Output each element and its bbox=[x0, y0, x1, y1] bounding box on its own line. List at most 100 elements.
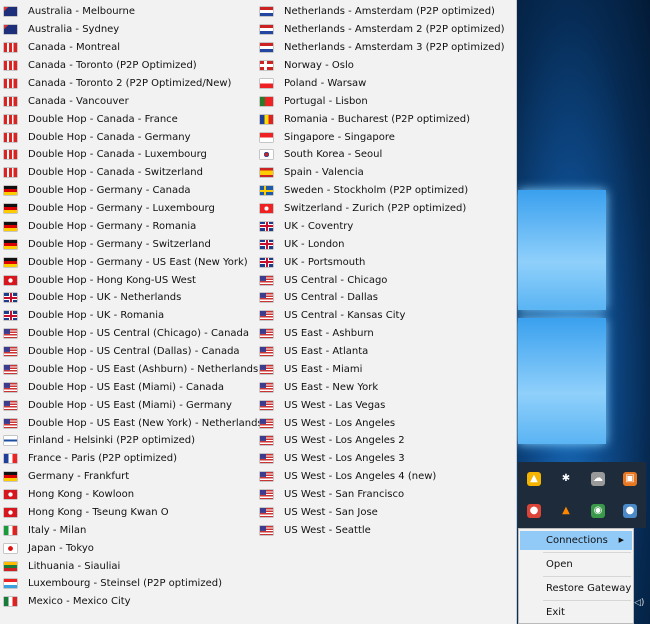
server-item[interactable]: Double Hop - Germany - US East (New York… bbox=[4, 253, 263, 271]
ca-flag-icon bbox=[4, 61, 17, 71]
server-item[interactable]: UK - Coventry bbox=[260, 218, 505, 236]
server-item[interactable]: Double Hop - Germany - Canada bbox=[4, 182, 263, 200]
us-flag-icon bbox=[260, 472, 273, 482]
server-item[interactable]: Singapore - Singapore bbox=[260, 128, 505, 146]
server-label: Double Hop - Canada - Luxembourg bbox=[28, 149, 207, 161]
server-item[interactable]: Italy - Milan bbox=[4, 521, 263, 539]
server-item[interactable]: Switzerland - Zurich (P2P optimized) bbox=[260, 200, 505, 218]
server-item[interactable]: US West - San Francisco bbox=[260, 486, 505, 504]
menu-item-open[interactable]: Open bbox=[520, 555, 632, 574]
ro-flag-icon bbox=[260, 114, 273, 124]
server-item[interactable]: Canada - Vancouver bbox=[4, 92, 263, 110]
server-item[interactable]: Double Hop - Germany - Switzerland bbox=[4, 235, 263, 253]
menu-item-connections[interactable]: Connections ▶ bbox=[520, 531, 632, 550]
server-item[interactable]: Double Hop - Germany - Luxembourg bbox=[4, 200, 263, 218]
server-item[interactable]: Romania - Bucharest (P2P optimized) bbox=[260, 110, 505, 128]
chrome-icon[interactable]: ● bbox=[527, 504, 541, 518]
server-item[interactable]: US West - Los Angeles 3 bbox=[260, 450, 505, 468]
server-item[interactable]: US Central - Chicago bbox=[260, 271, 505, 289]
server-item[interactable]: US East - Miami bbox=[260, 361, 505, 379]
server-item[interactable]: Double Hop - Germany - Romania bbox=[4, 218, 263, 236]
server-item[interactable]: US West - Los Angeles bbox=[260, 414, 505, 432]
server-item[interactable]: Canada - Montreal bbox=[4, 39, 263, 57]
server-item[interactable]: Double Hop - Hong Kong-US West bbox=[4, 271, 263, 289]
server-label: US West - Los Angeles 4 (new) bbox=[284, 471, 437, 483]
server-item[interactable]: Mexico - Mexico City bbox=[4, 593, 263, 611]
server-item[interactable]: UK - Portsmouth bbox=[260, 253, 505, 271]
server-item[interactable]: US Central - Kansas City bbox=[260, 307, 505, 325]
server-label: Double Hop - Canada - Switzerland bbox=[28, 167, 203, 179]
vlc-icon[interactable]: ▲ bbox=[559, 504, 573, 518]
server-item[interactable]: US West - San Jose bbox=[260, 504, 505, 522]
server-item[interactable]: Double Hop - US Central (Chicago) - Cana… bbox=[4, 325, 263, 343]
server-item[interactable]: US West - Los Angeles 2 bbox=[260, 432, 505, 450]
server-item[interactable]: Japan - Tokyo bbox=[4, 539, 263, 557]
server-item[interactable]: France - Paris (P2P optimized) bbox=[4, 450, 263, 468]
us-flag-icon bbox=[260, 382, 273, 392]
menu-item-exit[interactable]: Exit bbox=[520, 603, 632, 622]
server-item[interactable]: Double Hop - US East (Ashburn) - Netherl… bbox=[4, 361, 263, 379]
server-item[interactable]: Luxembourg - Steinsel (P2P optimized) bbox=[4, 575, 263, 593]
volume-icon[interactable]: ◁) bbox=[634, 598, 644, 608]
server-item[interactable]: Finland - Helsinki (P2P optimized) bbox=[4, 432, 263, 450]
server-label: US West - Los Angeles bbox=[284, 417, 396, 429]
server-label: UK - Portsmouth bbox=[284, 256, 366, 268]
server-item[interactable]: Spain - Valencia bbox=[260, 164, 505, 182]
de-flag-icon bbox=[4, 221, 17, 231]
server-item[interactable]: US West - Seattle bbox=[260, 521, 505, 539]
cloud-icon[interactable]: ☁ bbox=[591, 472, 605, 486]
server-item[interactable]: Double Hop - Canada - Switzerland bbox=[4, 164, 263, 182]
server-menu: Australia - Melbourne Australia - Sydney C… bbox=[0, 0, 517, 624]
server-item[interactable]: Norway - Oslo bbox=[260, 57, 505, 75]
server-item[interactable]: US Central - Dallas bbox=[260, 289, 505, 307]
server-item[interactable]: US East - New York bbox=[260, 378, 505, 396]
uk-flag-icon bbox=[4, 311, 17, 321]
server-item[interactable]: South Korea - Seoul bbox=[260, 146, 505, 164]
server-item[interactable]: US East - Atlanta bbox=[260, 343, 505, 361]
server-item[interactable]: US West - Las Vegas bbox=[260, 396, 505, 414]
server-item[interactable]: Hong Kong - Tseung Kwan O bbox=[4, 504, 263, 522]
media-icon[interactable]: ▣ bbox=[623, 472, 637, 486]
gateway-icon[interactable]: ● bbox=[623, 504, 637, 518]
server-item[interactable]: Double Hop - US East (New York) - Nether… bbox=[4, 414, 263, 432]
server-item[interactable]: Double Hop - Canada - Germany bbox=[4, 128, 263, 146]
server-item[interactable]: Australia - Sydney bbox=[4, 21, 263, 39]
server-label: Netherlands - Amsterdam 3 (P2P optimized… bbox=[284, 42, 505, 54]
server-label: South Korea - Seoul bbox=[284, 149, 383, 161]
server-item[interactable]: Double Hop - Canada - France bbox=[4, 110, 263, 128]
bluetooth-icon[interactable]: ✱ bbox=[559, 472, 573, 486]
server-item[interactable]: Double Hop - US Central (Dallas) - Canad… bbox=[4, 343, 263, 361]
server-item[interactable]: Double Hop - UK - Netherlands bbox=[4, 289, 263, 307]
de-flag-icon bbox=[4, 257, 17, 267]
uk-flag-icon bbox=[260, 221, 273, 231]
server-item[interactable]: Netherlands - Amsterdam 2 (P2P optimized… bbox=[260, 21, 505, 39]
server-item[interactable]: Canada - Toronto 2 (P2P Optimized/New) bbox=[4, 75, 263, 93]
server-item[interactable]: Double Hop - US East (Miami) - Canada bbox=[4, 378, 263, 396]
google-drive-icon[interactable]: ▲ bbox=[527, 472, 541, 486]
hk-flag-icon bbox=[4, 507, 17, 517]
server-item[interactable]: Portugal - Lisbon bbox=[260, 92, 505, 110]
network-app-icon[interactable]: ◉ bbox=[591, 504, 605, 518]
server-item[interactable]: Lithuania - Siauliai bbox=[4, 557, 263, 575]
server-item[interactable]: Germany - Frankfurt bbox=[4, 468, 263, 486]
server-label: Australia - Sydney bbox=[28, 24, 120, 36]
server-item[interactable]: Sweden - Stockholm (P2P optimized) bbox=[260, 182, 505, 200]
server-item[interactable]: UK - London bbox=[260, 235, 505, 253]
server-item[interactable]: Netherlands - Amsterdam 3 (P2P optimized… bbox=[260, 39, 505, 57]
menu-item-restore-gateway[interactable]: Restore Gateway bbox=[520, 579, 632, 598]
de-flag-icon bbox=[4, 186, 17, 196]
au-flag-icon bbox=[4, 7, 17, 17]
server-label: Double Hop - US Central (Dallas) - Canad… bbox=[28, 346, 240, 358]
server-item[interactable]: US East - Ashburn bbox=[260, 325, 505, 343]
server-item[interactable]: Hong Kong - Kowloon bbox=[4, 486, 263, 504]
server-item[interactable]: Double Hop - US East (Miami) - Germany bbox=[4, 396, 263, 414]
server-item[interactable]: Double Hop - UK - Romania bbox=[4, 307, 263, 325]
fi-flag-icon bbox=[4, 436, 17, 446]
server-item[interactable]: Poland - Warsaw bbox=[260, 75, 505, 93]
server-item[interactable]: US West - Los Angeles 4 (new) bbox=[260, 468, 505, 486]
server-item[interactable]: Netherlands - Amsterdam (P2P optimized) bbox=[260, 3, 505, 21]
server-item[interactable]: Double Hop - Canada - Luxembourg bbox=[4, 146, 263, 164]
server-label: US West - Las Vegas bbox=[284, 399, 386, 411]
server-item[interactable]: Australia - Melbourne bbox=[4, 3, 263, 21]
server-item[interactable]: Canada - Toronto (P2P Optimized) bbox=[4, 57, 263, 75]
